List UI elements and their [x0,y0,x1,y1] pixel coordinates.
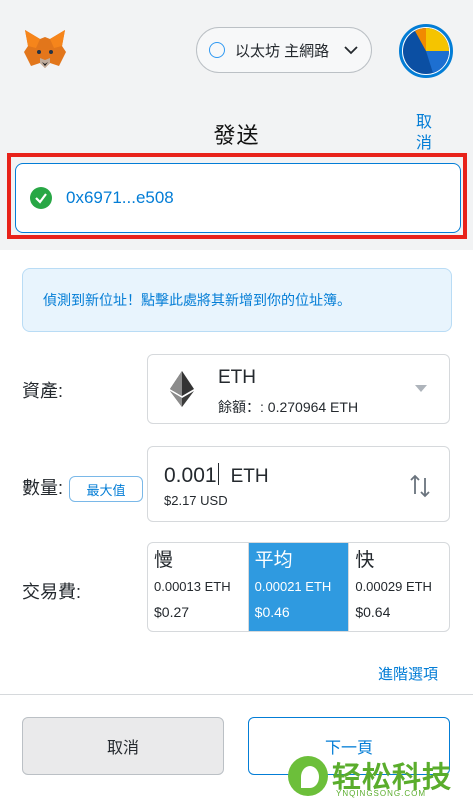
fee-option-usd: $0.27 [154,604,190,620]
account-avatar[interactable] [399,24,453,78]
fee-option-eth: 0.00029 ETH [355,579,432,594]
amount-label: 數量: [22,478,64,498]
asset-label: 資產: [22,381,64,401]
fee-option-eth: 0.00013 ETH [154,579,231,594]
caret-down-icon [415,385,427,392]
watermark-subtitle: YNQINGSONG.COM [336,789,427,798]
amount-fiat: $2.17 USD [164,493,228,508]
network-selector[interactable]: 以太坊 主網路 [196,27,372,73]
fee-label: 交易費: [22,582,82,602]
recipient-address-field[interactable]: 0x6971...e508 [15,163,461,233]
watermark-logo: 轻松科技 YNQINGSONG.COM [286,754,473,800]
fee-option-usd: $0.64 [355,604,391,620]
fee-option-eth: 0.00021 ETH [254,579,332,594]
network-name: 以太坊 主網路 [235,42,330,60]
cancel-button[interactable]: 取消 [22,717,224,775]
page-title: 發送 [213,123,260,148]
advanced-options-link[interactable]: 進階選項 [378,663,438,684]
eth-logo-icon [170,371,194,407]
max-amount-button[interactable]: 最大值 [69,476,143,502]
amount-value: 0.001 [164,464,217,487]
header-cancel-link[interactable]: 取消 [413,112,435,154]
asset-balance: 餘額：: 0.270964 ETH [218,399,359,415]
fee-option-usd: $0.46 [254,604,290,620]
network-status-icon [209,42,225,58]
fee-selector: 慢 0.00013 ETH $0.27 平均 0.00021 ETH $0.46… [147,542,450,632]
amount-unit: ETH [230,466,269,487]
footer-divider [0,694,473,695]
account-avatar-icon [403,28,449,74]
check-circle-icon [30,187,52,209]
chevron-down-icon [344,46,358,55]
fee-option-name: 平均 [254,550,293,571]
notice-text: 偵測到新位址！點擊此處將其新增到你的位址簿。 [43,292,351,308]
asset-name: ETH [218,367,256,388]
amount-input[interactable]: 0.001 ETH $2.17 USD [147,446,450,522]
fee-option-slow[interactable]: 慢 0.00013 ETH $0.27 [148,543,249,631]
new-address-notice[interactable]: 偵測到新位址！點擊此處將其新增到你的位址簿。 [22,268,452,332]
fee-option-average[interactable]: 平均 0.00021 ETH $0.46 [248,543,350,631]
leaf-icon [288,756,328,796]
recipient-address: 0x6971...e508 [66,188,174,207]
metamask-fox-icon[interactable] [22,26,68,72]
swap-arrows-icon[interactable] [409,473,431,499]
text-cursor [217,463,219,485]
asset-selector[interactable]: ETH 餘額：: 0.270964 ETH [147,354,450,424]
fee-option-fast[interactable]: 快 0.00029 ETH $0.64 [349,543,449,631]
fee-option-name: 快 [355,550,375,571]
fee-option-name: 慢 [154,550,174,571]
